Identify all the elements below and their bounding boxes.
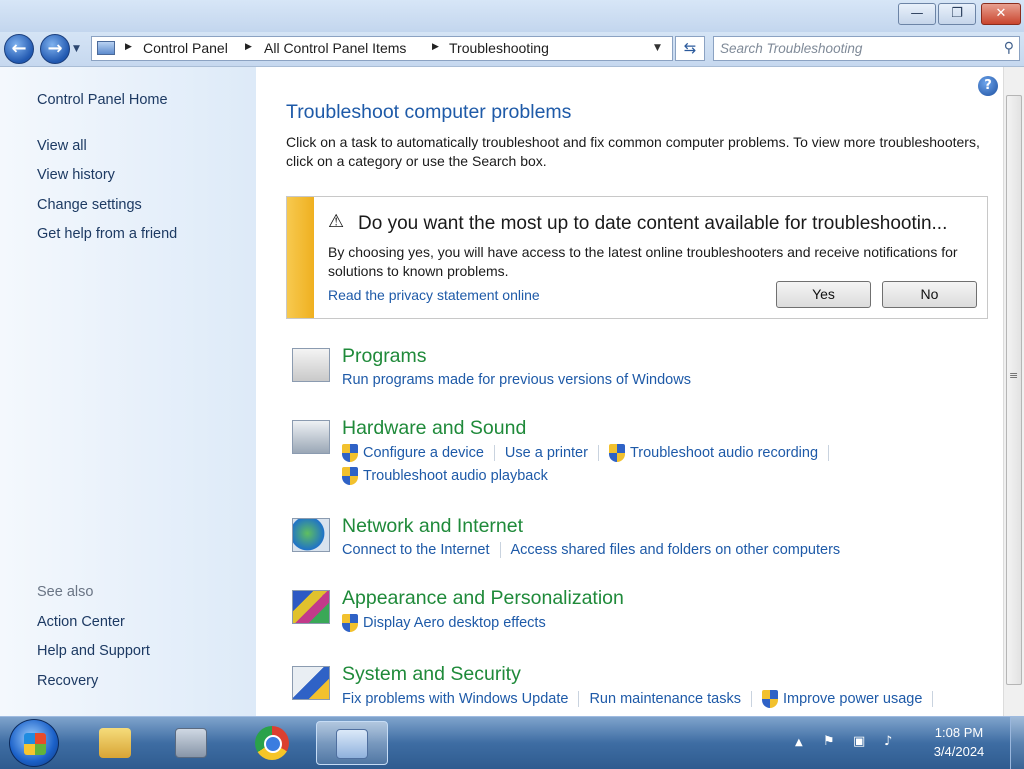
notice-body: By choosing yes, you will have access to… [328,244,958,279]
scroll-grip-icon: ≡ [1009,369,1019,382]
taskbar-calculator[interactable] [158,721,224,765]
yes-button[interactable]: Yes [776,281,871,308]
page-description: Click on a task to automatically trouble… [286,134,980,169]
forward-button[interactable]: → [40,34,70,64]
show-hidden-icons-icon[interactable]: ▲ [795,737,803,748]
see-also-heading: See also [37,584,94,600]
task-list: Configure a device Use a printer Troublesh… [342,444,839,462]
uac-shield-icon [342,614,358,632]
task-link[interactable]: Configure a device [363,445,484,461]
privacy-statement-link[interactable]: Read the privacy statement online [328,287,540,303]
taskbar-control-panel[interactable] [316,721,388,765]
control-panel-icon [97,41,115,55]
appearance-and-personalization-icon [292,590,330,624]
volume-icon[interactable]: ♪ [884,734,892,749]
page-title: Troubleshoot computer problems [286,101,572,123]
hardware-and-sound-icon [292,420,330,454]
no-button[interactable]: No [882,281,977,308]
chrome-icon [255,726,289,760]
change-settings-link[interactable]: Change settings [37,197,142,213]
category-title[interactable]: Appearance and Personalization [342,587,624,610]
taskbar: ▲ ⚑ ▣ ♪ 1:08 PM 3/4/2024 [0,716,1024,769]
network-and-internet-icon [292,518,330,552]
action-center-link[interactable]: Action Center [37,614,125,630]
breadcrumb-control-panel[interactable]: Control Panel [143,40,228,56]
restore-button[interactable]: ❐ [938,3,976,25]
uac-shield-icon [608,444,625,462]
breadcrumb-separator-icon[interactable]: ▶ [245,42,252,52]
task-list: Troubleshoot audio playback [342,467,548,485]
calculator-icon [175,728,207,758]
uac-shield-icon [342,467,358,485]
task-link[interactable]: Fix problems with Windows Update [342,691,568,707]
category-title[interactable]: Network and Internet [342,515,523,538]
left-pane: Control Panel Home View all View history… [0,67,256,716]
vertical-scrollbar[interactable]: ≡ [1003,67,1024,716]
update-content-notice: ⚠ Do you want the most up to date conten… [286,196,988,319]
task-link[interactable]: Connect to the Internet [342,542,490,558]
category-title[interactable]: System and Security [342,663,521,686]
control-panel-home-link[interactable]: Control Panel Home [37,92,168,108]
control-panel-icon [336,729,368,759]
breadcrumb-separator-icon[interactable]: ▶ [432,42,439,52]
task-link[interactable]: Display Aero desktop effects [363,615,546,631]
folder-icon [99,728,131,758]
search-icon[interactable]: ⚲ [1004,40,1014,56]
address-bar[interactable]: ▶ Control Panel ▶ All Control Panel Item… [91,36,673,61]
view-all-link[interactable]: View all [37,138,87,154]
programs-icon [292,348,330,382]
warning-bar [287,197,314,318]
recovery-link[interactable]: Recovery [37,673,98,689]
help-icon[interactable]: ? [978,76,998,96]
network-icon[interactable]: ▣ [853,734,865,749]
search-box[interactable]: Search Troubleshooting ⚲ [713,36,1020,61]
breadcrumb-separator-icon[interactable]: ▶ [125,42,132,52]
notice-heading: Do you want the most up to date content … [358,213,948,234]
warning-icon: ⚠ [328,211,345,232]
system-and-security-icon [292,666,330,700]
category-title[interactable]: Programs [342,345,427,368]
back-button[interactable]: ← [4,34,34,64]
task-list: Connect to the Internet Access shared fil… [342,542,841,559]
task-link[interactable]: Run programs made for previous versions … [342,372,691,388]
address-dropdown-icon[interactable]: ▼ [654,43,661,53]
task-link[interactable]: Use a printer [505,445,588,461]
clock[interactable]: 1:08 PM 3/4/2024 [914,723,1004,761]
clock-date: 3/4/2024 [933,744,985,759]
task-link[interactable]: Run maintenance tasks [589,691,741,707]
action-center-flag-icon[interactable]: ⚑ [823,734,835,749]
breadcrumb-all-items[interactable]: All Control Panel Items [264,40,406,56]
clock-time: 1:08 PM [934,725,984,740]
start-button[interactable] [9,719,59,767]
task-list: Run programs made for previous versions … [342,372,691,388]
title-bar: — ❐ ✕ [0,0,1024,32]
taskbar-chrome[interactable] [238,721,304,765]
uac-shield-icon [342,444,358,462]
task-link[interactable]: Troubleshoot audio playback [363,468,548,484]
windows-logo-icon [24,733,46,755]
uac-shield-icon [761,690,778,708]
navigation-bar: ← → ▼ ▶ Control Panel ▶ All Control Pane… [0,32,1024,67]
refresh-button[interactable]: ⇆ [675,36,705,61]
task-link[interactable]: Access shared files and folders on other… [511,542,841,558]
task-link[interactable]: Improve power usage [783,691,922,707]
taskbar-explorer[interactable] [82,721,148,765]
recent-pages-dropdown-icon[interactable]: ▼ [73,44,80,54]
task-list: Display Aero desktop effects [342,614,546,632]
search-placeholder: Search Troubleshooting [720,41,863,56]
minimize-button[interactable]: — [898,3,936,25]
get-help-link[interactable]: Get help from a friend [37,226,177,242]
breadcrumb-troubleshooting[interactable]: Troubleshooting [449,40,549,56]
task-link[interactable]: Troubleshoot audio recording [630,445,818,461]
view-history-link[interactable]: View history [37,167,115,183]
category-title[interactable]: Hardware and Sound [342,417,526,440]
help-and-support-link[interactable]: Help and Support [37,643,150,659]
task-list: Fix problems with Windows Update Run main… [342,690,943,708]
close-button[interactable]: ✕ [981,3,1021,25]
scrollbar-thumb[interactable] [1006,95,1022,685]
show-desktop-button[interactable] [1010,717,1024,769]
